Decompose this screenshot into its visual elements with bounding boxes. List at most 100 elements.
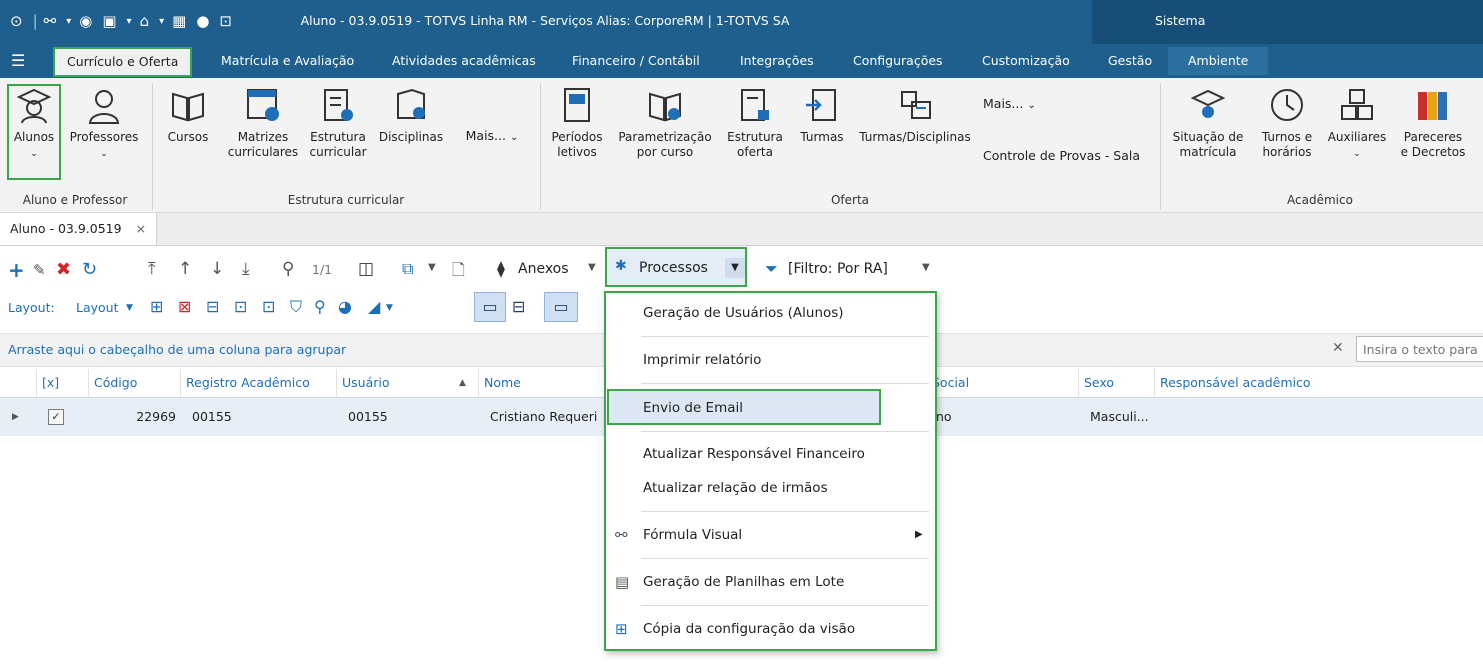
- previous-record-icon[interactable]: ↑: [178, 259, 192, 279]
- parametrizacao-button[interactable]: Parametrização por curso: [613, 86, 717, 160]
- menu-item-imprimir-relatorio[interactable]: Imprimir relatório: [605, 343, 936, 377]
- tab-atividades[interactable]: Atividades acadêmicas: [392, 50, 536, 72]
- processos-button[interactable]: ✱ Processos ▼: [605, 247, 747, 287]
- class-discipline-icon: [901, 91, 931, 119]
- system-label[interactable]: Sistema: [1155, 13, 1205, 28]
- delete-icon[interactable]: ✖: [56, 259, 71, 280]
- chevron-down-icon[interactable]: ▼: [428, 262, 436, 273]
- shapes-icon[interactable]: ◕: [338, 297, 352, 316]
- layout-top-panel-icon[interactable]: ▭: [544, 292, 578, 322]
- situacao-matricula-button[interactable]: Situação de matrícula: [1166, 86, 1250, 160]
- first-record-icon[interactable]: ⤒: [148, 259, 156, 279]
- controle-provas-button[interactable]: Controle de Provas - Sala: [983, 148, 1153, 163]
- layout-split-icon[interactable]: ⊟: [512, 297, 525, 316]
- chevron-down-icon: ⌄: [1027, 100, 1036, 111]
- menu-item-atualizar-irmaos[interactable]: Atualizar relação de irmãos: [605, 471, 936, 505]
- layout-add-icon[interactable]: ⊞: [150, 297, 163, 316]
- group-label-oferta: Oferta: [830, 193, 870, 207]
- pin-icon[interactable]: ⚲: [314, 297, 326, 316]
- chart-icon[interactable]: ◢: [368, 297, 380, 316]
- next-record-icon[interactable]: ↓: [210, 259, 224, 279]
- filter-button[interactable]: [Filtro: Por RA]: [788, 261, 888, 277]
- tab-customizacao[interactable]: Customização: [982, 50, 1070, 72]
- column-header-nome[interactable]: Nome: [478, 369, 608, 397]
- menu-item-atualizar-responsavel[interactable]: Atualizar Responsável Financeiro: [605, 437, 936, 471]
- tab-matricula[interactable]: Matrícula e Avaliação: [221, 50, 354, 72]
- layout-save-icon[interactable]: ⊟: [206, 297, 219, 316]
- tab-curriculo-oferta[interactable]: Currículo e Oferta: [53, 47, 193, 77]
- tab-integracoes[interactable]: Integrações: [740, 50, 814, 72]
- tab-financeiro[interactable]: Financeiro / Contábil: [572, 50, 700, 72]
- alunos-button[interactable]: Alunos ⌄: [7, 84, 61, 180]
- search-input[interactable]: Insira o texto para: [1356, 336, 1483, 362]
- tab-configuracoes[interactable]: Configurações: [853, 50, 943, 72]
- module-menu-icon[interactable]: ☰: [11, 50, 25, 72]
- chevron-down-icon[interactable]: ▼: [126, 303, 133, 313]
- column-header-sexo[interactable]: Sexo: [1078, 369, 1154, 397]
- record-counter: 1/1: [312, 262, 333, 277]
- row-indicator-icon: ▶: [12, 412, 19, 422]
- document-icon[interactable]: 🗋: [452, 259, 465, 286]
- columns-icon[interactable]: ◫: [358, 259, 374, 279]
- discipline-icon: [397, 88, 425, 119]
- estrutura-oferta-button[interactable]: Estrutura oferta: [722, 86, 788, 160]
- chevron-down-icon[interactable]: ▼: [922, 262, 930, 273]
- turnos-horarios-button[interactable]: Turnos e horários: [1254, 86, 1320, 160]
- pareceres-button[interactable]: Pareceres e Decretos: [1395, 86, 1471, 160]
- mais-estrutura-button[interactable]: Mais... ⌄: [452, 128, 532, 145]
- disciplinas-button[interactable]: Disciplinas: [374, 86, 448, 145]
- last-record-icon[interactable]: ⤓: [242, 259, 250, 279]
- search-icon[interactable]: ⚲: [282, 259, 294, 279]
- export-icon[interactable]: ⧉: [402, 259, 413, 279]
- layout-bottom-panel-icon[interactable]: ▭: [474, 292, 506, 322]
- add-icon[interactable]: +: [8, 258, 25, 282]
- column-header-select[interactable]: [x]: [36, 369, 88, 397]
- layout-button[interactable]: Layout: [76, 300, 119, 315]
- close-icon[interactable]: ×: [136, 221, 146, 236]
- professores-button[interactable]: Professores ⌄: [63, 86, 145, 162]
- sort-ascending-icon: ▲: [459, 378, 466, 388]
- column-header-responsavel[interactable]: Responsável acadêmico: [1154, 369, 1483, 397]
- book-icon: [172, 92, 204, 122]
- tab-ambiente[interactable]: Ambiente: [1168, 47, 1269, 75]
- menu-item-geracao-usuarios[interactable]: Geração de Usuários (Alunos): [605, 296, 936, 330]
- row-checkbox[interactable]: ✓: [48, 409, 64, 425]
- estrutura-curricular-button[interactable]: Estrutura curricular: [306, 86, 370, 160]
- periodos-letivos-button[interactable]: Períodos letivos: [546, 86, 608, 160]
- column-header-ra[interactable]: Registro Acadêmico: [180, 369, 336, 397]
- mais-oferta-button[interactable]: Mais... ⌄: [983, 96, 1063, 113]
- column-header-codigo[interactable]: Código: [88, 369, 180, 397]
- chevron-down-icon[interactable]: ▼: [725, 258, 745, 278]
- cursos-button[interactable]: Cursos: [160, 86, 216, 145]
- layout-delete-icon[interactable]: ⊠: [178, 297, 191, 316]
- menu-item-geracao-planilhas[interactable]: ▤ Geração de Planilhas em Lote: [605, 565, 936, 599]
- teacher-icon: [88, 90, 120, 124]
- menu-item-formula-visual[interactable]: ⚯ Fórmula Visual ▶: [605, 518, 936, 552]
- chevron-down-icon: ⌄: [100, 149, 108, 159]
- paint-icon[interactable]: ⛉: [290, 297, 302, 317]
- book-settings-icon: [649, 92, 681, 122]
- edit-icon[interactable]: ✎: [33, 261, 46, 279]
- ribbon: Alunos ⌄ Professores ⌄ Aluno e Professor C…: [0, 78, 1483, 213]
- turmas-button[interactable]: Turmas: [792, 86, 852, 145]
- refresh-icon[interactable]: ↻: [82, 259, 97, 280]
- clear-search-icon[interactable]: ✕: [1332, 340, 1344, 356]
- anexos-button[interactable]: Anexos: [518, 261, 569, 277]
- chevron-down-icon[interactable]: ▼: [386, 303, 393, 313]
- attachment-icon[interactable]: ⧫: [497, 259, 505, 278]
- column-header-social[interactable]: Social: [926, 369, 1078, 397]
- matrizes-button[interactable]: Matrizes curriculares: [226, 86, 300, 160]
- layout-download-icon[interactable]: ⊡: [262, 297, 275, 316]
- filter-icon[interactable]: ⏷: [765, 259, 778, 279]
- chevron-down-icon: ⌄: [30, 149, 38, 159]
- column-header-usuario[interactable]: Usuário ▲: [336, 369, 478, 397]
- window-title: Aluno - 03.9.0519 - TOTVS Linha RM - Ser…: [300, 13, 790, 28]
- auxiliares-button[interactable]: Auxiliares ⌄: [1322, 86, 1392, 162]
- layout-upload-icon[interactable]: ⊡: [234, 297, 247, 316]
- document-tab-aluno[interactable]: Aluno - 03.9.0519 ×: [0, 213, 158, 245]
- menu-item-copia-configuracao[interactable]: ⊞ Cópia da configuração da visão: [605, 612, 936, 646]
- menu-item-envio-email[interactable]: Envio de Email: [607, 389, 881, 425]
- tab-gestao[interactable]: Gestão: [1108, 50, 1152, 72]
- chevron-down-icon[interactable]: ▼: [588, 262, 596, 273]
- turmas-disciplinas-button[interactable]: Turmas/Disciplinas: [855, 86, 975, 145]
